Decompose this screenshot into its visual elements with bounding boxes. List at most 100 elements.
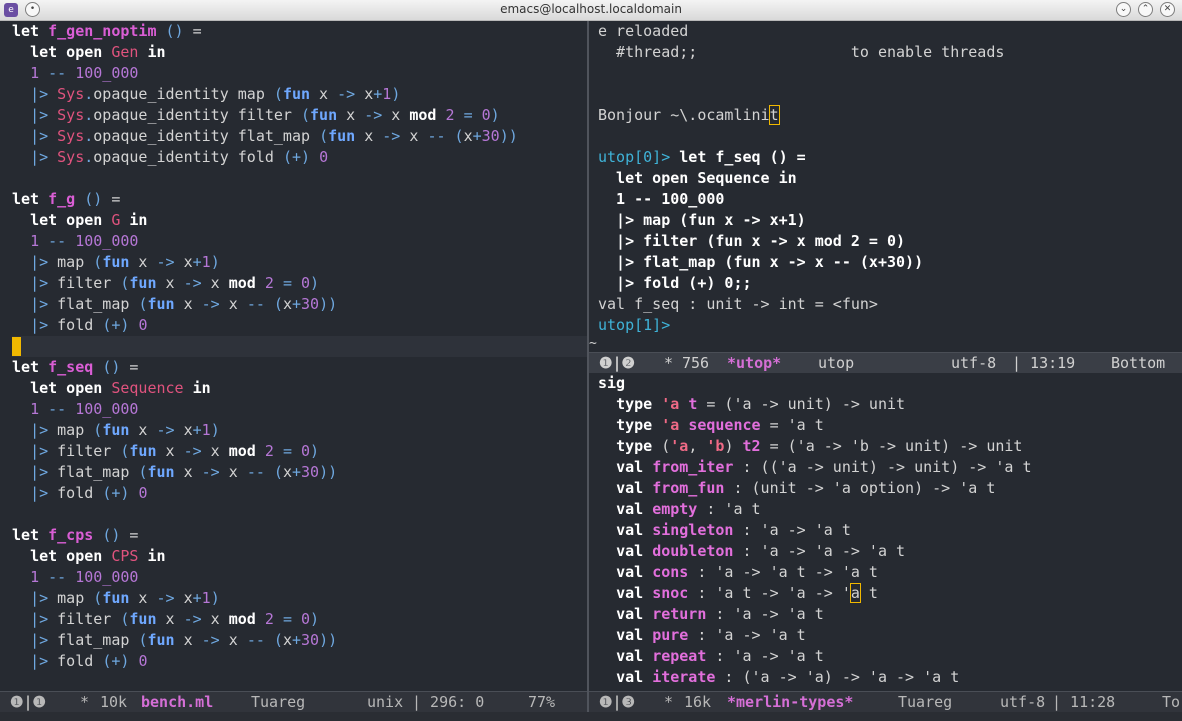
code-line[interactable]: let open Gen in bbox=[12, 42, 587, 63]
code-token: |> filter (fun x -> x mod 2 = 0) bbox=[598, 232, 906, 250]
code-token: pure bbox=[652, 626, 689, 644]
code-line[interactable]: sig bbox=[598, 373, 1182, 394]
code-token: x bbox=[382, 106, 410, 124]
code-line[interactable] bbox=[598, 126, 1182, 147]
code-line[interactable]: type ('a, 'b) t2 = ('a -> 'b -> unit) ->… bbox=[598, 436, 1182, 457]
window-titlebar: e • emacs@localhost.localdomain ⌄ ⌃ ✕ bbox=[0, 0, 1182, 21]
code-line[interactable]: let f_cps () = bbox=[12, 525, 587, 546]
code-line[interactable]: val snoc : 'a t -> 'a -> 'a t bbox=[598, 583, 1182, 604]
code-line[interactable] bbox=[598, 84, 1182, 105]
code-line[interactable] bbox=[12, 504, 587, 525]
code-line[interactable]: |> filter (fun x -> x mod 2 = 0) bbox=[12, 273, 587, 294]
major-mode[interactable]: Tuareg bbox=[898, 692, 952, 712]
code-token: (+) bbox=[102, 484, 130, 502]
code-line[interactable]: |> flat_map (fun x -> x -- (x+30)) bbox=[598, 252, 1182, 273]
code-line[interactable]: |> filter (fun x -> x mod 2 = 0) bbox=[12, 441, 587, 462]
code-line[interactable]: utop[1]> bbox=[598, 315, 1182, 336]
code-line[interactable]: utop[0]> let f_seq () = bbox=[598, 147, 1182, 168]
code-line[interactable]: val pure : 'a -> 'a t bbox=[598, 625, 1182, 646]
code-line[interactable]: |> fold (+) 0 bbox=[12, 315, 587, 336]
code-line[interactable]: |> filter (fun x -> x mod 2 = 0) bbox=[12, 609, 587, 630]
code-line[interactable]: let f_gen_noptim () = bbox=[12, 21, 587, 42]
code-line[interactable]: let open Sequence in bbox=[598, 168, 1182, 189]
code-line[interactable]: Bonjour ~\.ocamlinit bbox=[598, 105, 1182, 126]
code-line[interactable]: let open Sequence in bbox=[12, 378, 587, 399]
code-line[interactable]: val doubleton : 'a -> 'a -> 'a t bbox=[598, 541, 1182, 562]
code-token: fun bbox=[147, 463, 175, 481]
code-line[interactable]: |> Sys.opaque_identity flat_map (fun x -… bbox=[12, 126, 587, 147]
code-line[interactable]: |> Sys.opaque_identity fold (+) 0 bbox=[12, 147, 587, 168]
modeline-merlin-types[interactable]: ❶|❸ * 16k *merlin-types* Tuareg utf-8 | … bbox=[589, 691, 1182, 712]
code-line[interactable]: 1 -- 100_000 bbox=[12, 567, 587, 588]
code-token: 100_000 bbox=[75, 568, 139, 586]
editor-pane-utop[interactable]: e reloaded #thread;; to enable threads Bo… bbox=[589, 21, 1182, 352]
buffer-name[interactable]: *utop* bbox=[727, 353, 781, 373]
code-line[interactable] bbox=[12, 168, 587, 189]
code-line[interactable]: |> map (fun x -> x+1) bbox=[12, 252, 587, 273]
code-line[interactable]: val iterate : ('a -> 'a) -> 'a -> 'a t bbox=[598, 667, 1182, 688]
code-line[interactable]: |> Sys.opaque_identity map (fun x -> x+1… bbox=[12, 84, 587, 105]
code-line[interactable]: val from_fun : (unit -> 'a option) -> 'a… bbox=[598, 478, 1182, 499]
code-line[interactable]: let f_seq () = bbox=[12, 357, 587, 378]
code-line[interactable]: |> Sys.opaque_identity filter (fun x -> … bbox=[12, 105, 587, 126]
code-token: sequence bbox=[688, 416, 761, 434]
code-token: -> bbox=[337, 85, 356, 103]
modeline-utop[interactable]: ❶|❷ * 756 *utop* utop utf-8 | 13:19 Bott… bbox=[589, 352, 1182, 373]
code-line[interactable]: 1 -- 100_000 bbox=[12, 63, 587, 84]
major-mode[interactable]: utop bbox=[818, 353, 854, 373]
code-token: x bbox=[219, 295, 247, 313]
code-line[interactable]: val repeat : 'a -> 'a t bbox=[598, 646, 1182, 667]
minibuffer[interactable] bbox=[0, 712, 1182, 721]
code-line[interactable]: #thread;; to enable threads bbox=[598, 42, 1182, 63]
code-line[interactable]: 1 -- 100_000 bbox=[12, 231, 587, 252]
code-line[interactable]: e reloaded bbox=[598, 21, 1182, 42]
code-token: ( bbox=[652, 437, 671, 455]
code-line[interactable]: |> fold (+) 0 bbox=[12, 651, 587, 672]
major-mode[interactable]: Tuareg bbox=[251, 692, 305, 712]
code-line[interactable]: |> flat_map (fun x -> x -- (x+30)) bbox=[12, 462, 587, 483]
code-line[interactable]: val from_iter : (('a -> unit) -> unit) -… bbox=[598, 457, 1182, 478]
code-line[interactable]: type 'a t = ('a -> unit) -> unit bbox=[598, 394, 1182, 415]
editor-pane-merlin-types[interactable]: sig type 'a t = ('a -> unit) -> unit typ… bbox=[589, 373, 1182, 691]
buffer-name[interactable]: bench.ml bbox=[141, 692, 213, 712]
code-line[interactable]: val cons : 'a -> 'a t -> 'a t bbox=[598, 562, 1182, 583]
code-token: + bbox=[291, 463, 301, 481]
code-line[interactable]: |> fold (+) 0;; bbox=[598, 273, 1182, 294]
code-line[interactable]: let open G in bbox=[12, 210, 587, 231]
minimize-icon[interactable]: ⌄ bbox=[1116, 2, 1131, 17]
close-icon[interactable]: ✕ bbox=[1160, 2, 1175, 17]
buffer-name[interactable]: *merlin-types* bbox=[727, 692, 853, 712]
code-line[interactable]: let open CPS in bbox=[12, 546, 587, 567]
code-line[interactable] bbox=[598, 63, 1182, 84]
code-line[interactable]: |> map (fun x -> x+1) bbox=[12, 420, 587, 441]
code-line[interactable]: let f_g () = bbox=[12, 189, 587, 210]
code-line[interactable]: |> map (fun x -> x+1) bbox=[598, 210, 1182, 231]
code-line[interactable]: |> flat_map (fun x -> x -- (x+30)) bbox=[12, 630, 587, 651]
code-line[interactable] bbox=[12, 336, 587, 357]
code-line[interactable]: val singleton : 'a -> 'a t bbox=[598, 520, 1182, 541]
editor-pane-bench-ml[interactable]: let f_gen_noptim () = let open Gen in 1 … bbox=[0, 21, 587, 691]
encoding[interactable]: utf-8 bbox=[1000, 692, 1045, 712]
code-token: flat_map bbox=[48, 295, 139, 313]
code-line[interactable]: 1 -- 100_000 bbox=[598, 189, 1182, 210]
line-ending[interactable]: unix bbox=[367, 692, 403, 712]
code-line[interactable]: |> flat_map (fun x -> x -- (x+30)) bbox=[12, 294, 587, 315]
code-line[interactable]: |> fold (+) 0 bbox=[12, 483, 587, 504]
code-line[interactable]: val f_seq : unit -> int = <fun> bbox=[598, 294, 1182, 315]
code-line[interactable]: type 'a sequence = 'a t bbox=[598, 415, 1182, 436]
maximize-icon[interactable]: ⌃ bbox=[1138, 2, 1153, 17]
code-line[interactable]: val return : 'a -> 'a t bbox=[598, 604, 1182, 625]
code-line[interactable]: val empty : 'a t bbox=[598, 499, 1182, 520]
code-line[interactable]: |> filter (fun x -> x mod 2 = 0) bbox=[598, 231, 1182, 252]
modeline-bench-ml[interactable]: ❶|❶ * 10k bench.ml Tuareg unix | 296: 0 … bbox=[0, 691, 587, 712]
code-line[interactable]: 1 -- 100_000 bbox=[12, 399, 587, 420]
encoding[interactable]: utf-8 bbox=[951, 353, 996, 373]
code-line[interactable]: |> map (fun x -> x+1) bbox=[12, 588, 587, 609]
code-token: utop[1]> bbox=[598, 316, 671, 334]
code-token: 'b bbox=[706, 437, 725, 455]
